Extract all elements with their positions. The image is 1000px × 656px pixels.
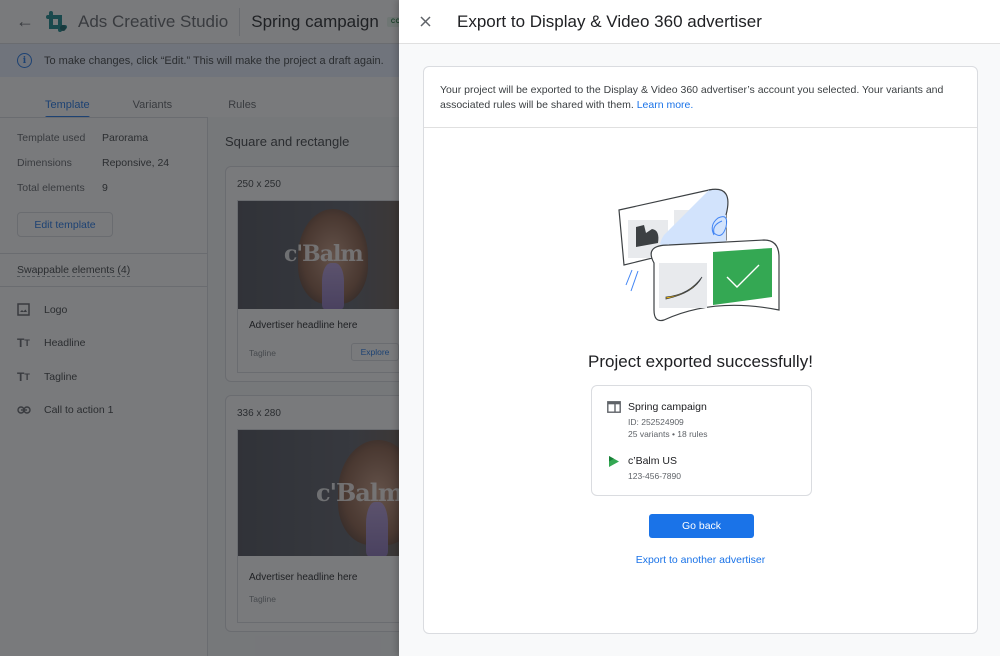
export-summary-card: Spring campaign ID: 252524909 25 variant… <box>591 385 812 496</box>
export-result-card: Your project will be exported to the Dis… <box>423 66 978 634</box>
learn-more-link[interactable]: Learn more. <box>637 99 694 111</box>
success-title: Project exported successfully! <box>588 352 813 371</box>
advertiser-summary: c’Balm US 123-456-7890 <box>606 455 681 483</box>
export-success-illustration <box>618 188 780 322</box>
project-summary-id: ID: 252524909 <box>628 417 684 427</box>
export-to-another-advertiser-link: Export to another advertiser <box>424 554 977 566</box>
close-icon <box>419 16 431 27</box>
panel-title: Export to Display & Video 360 advertiser <box>457 11 762 31</box>
advertiser-name: c’Balm US <box>628 455 678 467</box>
web-layout-icon <box>606 401 622 440</box>
project-summary-name: Spring campaign <box>628 401 707 413</box>
go-back-button[interactable]: Go back <box>649 514 754 538</box>
export-notice: Your project will be exported to the Dis… <box>424 67 977 128</box>
panel-header: Export to Display & Video 360 advertiser <box>399 0 1000 44</box>
advertiser-id: 123-456-7890 <box>628 471 681 481</box>
export-panel: Export to Display & Video 360 advertiser… <box>399 0 1000 656</box>
project-summary: Spring campaign ID: 252524909 25 variant… <box>606 401 708 440</box>
project-summary-stats: 25 variants • 18 rules <box>628 428 708 439</box>
close-button[interactable] <box>417 14 433 30</box>
display-video-360-icon <box>606 455 622 483</box>
export-to-another-advertiser-label[interactable]: Export to another advertiser <box>636 554 766 566</box>
